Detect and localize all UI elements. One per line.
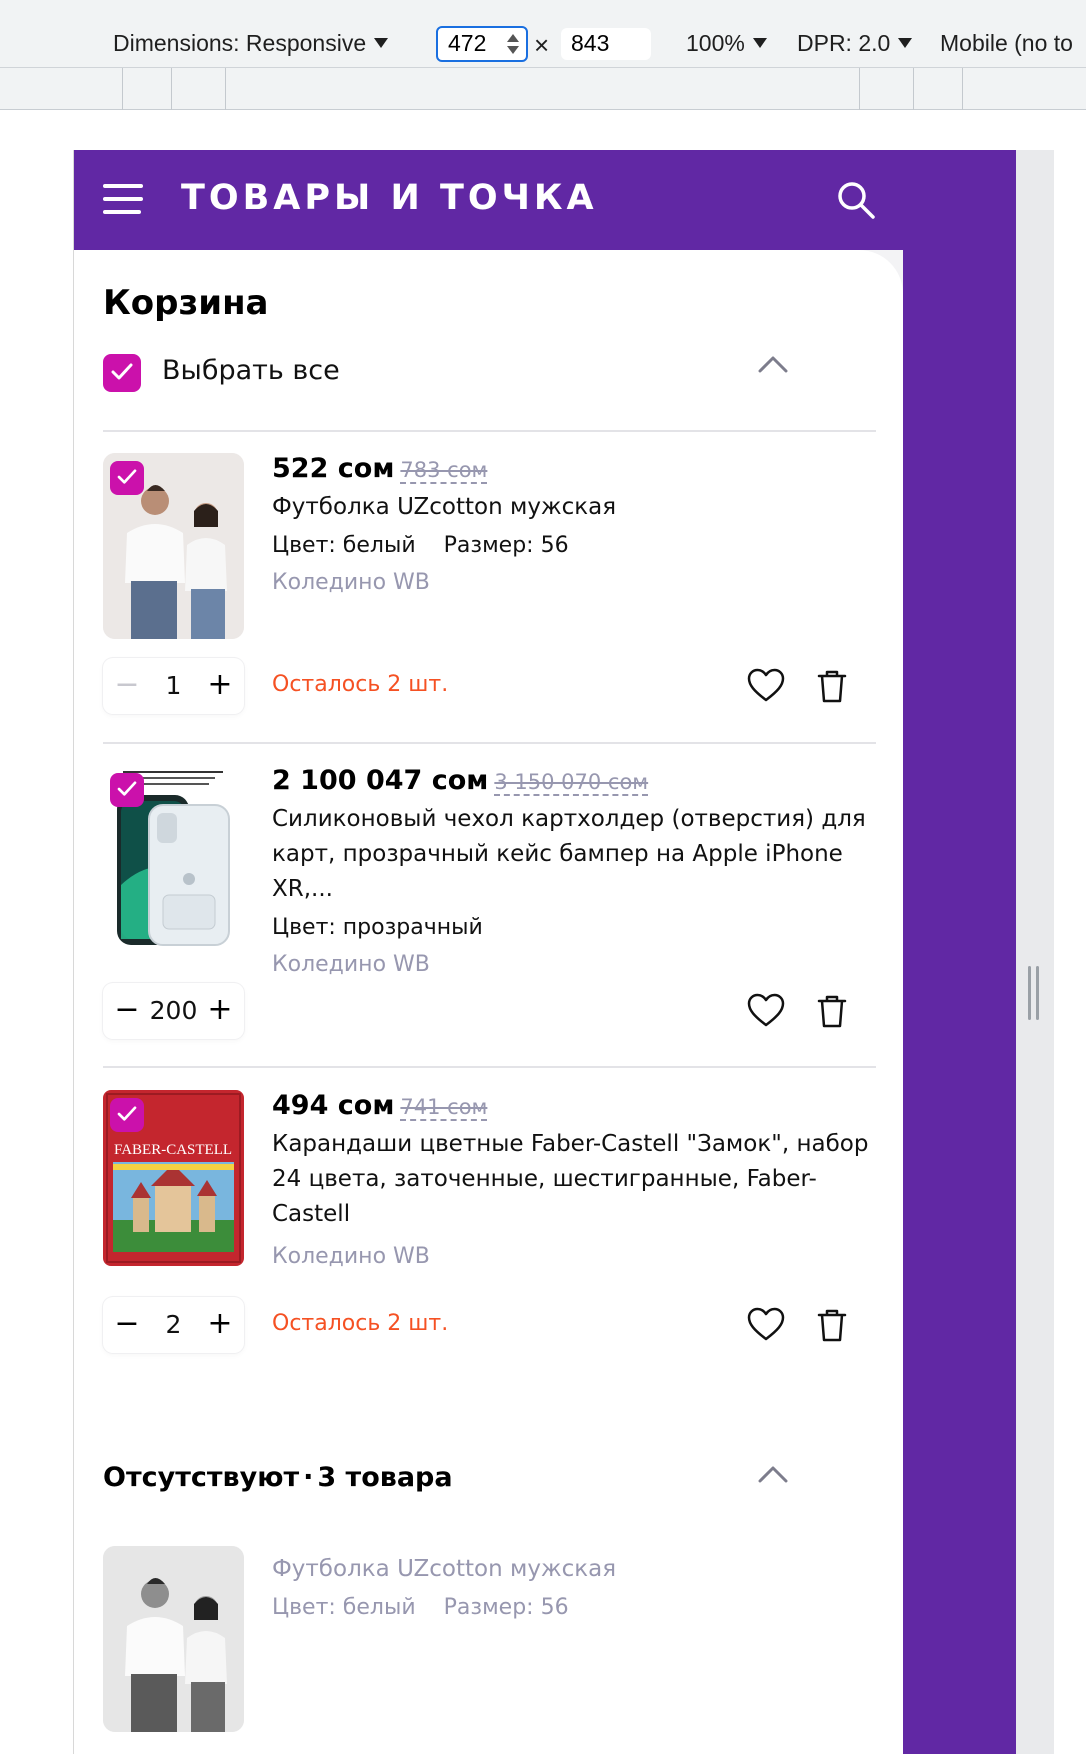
trash-icon[interactable] [812, 1305, 852, 1345]
heart-icon[interactable] [746, 1305, 786, 1345]
search-icon[interactable] [836, 180, 876, 220]
dimensions-dropdown[interactable]: Dimensions: Responsive [113, 30, 389, 57]
dpr-dropdown[interactable]: DPR: 2.0 [797, 30, 913, 57]
old-price: 783 сом [400, 458, 488, 484]
price: 2 100 047 сом 3 150 070 сом [272, 765, 649, 796]
product-name[interactable]: Карандаши цветные Faber-Castell "Замок",… [272, 1127, 882, 1232]
throttle-dropdown[interactable]: Mobile (no to [940, 30, 1073, 57]
media-query-ruler[interactable] [0, 68, 1086, 110]
checkbox-checked-icon[interactable] [110, 461, 144, 495]
cart-item: 2 100 047 сом 3 150 070 сом Силиконовый ч… [103, 765, 876, 1045]
price: 522 сом 783 сом [272, 453, 488, 484]
price: 494 сом 741 сом [272, 1090, 488, 1121]
product-name[interactable]: Футболка UZcotton мужская [272, 1552, 882, 1587]
product-props: Цвет: прозрачный [272, 915, 882, 940]
width-input[interactable]: 472 [436, 26, 528, 62]
product-color: Цвет: белый [272, 533, 416, 558]
old-price: 741 сом [400, 1095, 488, 1121]
divider [103, 742, 876, 744]
trash-icon[interactable] [812, 991, 852, 1031]
product-name[interactable]: Силиконовый чехол картхолдер (отверстия)… [272, 802, 882, 907]
decrement-button[interactable]: − [107, 983, 147, 1039]
product-size: Размер: 56 [443, 533, 569, 558]
devtools-toolbar: Dimensions: Responsive 472 × 843 100% DP… [0, 0, 1086, 68]
checkbox-checked-icon[interactable] [110, 1098, 144, 1132]
store-name: Коледино WB [272, 570, 430, 595]
decrement-button[interactable]: − [107, 658, 147, 714]
quantity-value[interactable]: 1 [143, 658, 204, 714]
caret-down-icon [752, 38, 767, 48]
product-color: Цвет: белый [272, 1595, 416, 1620]
page-title: Корзина [103, 283, 269, 323]
heart-icon[interactable] [746, 666, 786, 706]
stock-left-label: Осталось 2 шт. [272, 672, 449, 697]
zoom-label: 100% [686, 30, 745, 56]
height-input[interactable]: 843 [561, 28, 651, 60]
quantity-value[interactable]: 200 [143, 983, 204, 1039]
checkbox-checked-icon[interactable] [103, 354, 141, 392]
stock-left-label: Осталось 2 шт. [272, 1311, 449, 1336]
quantity-value[interactable]: 2 [143, 1297, 204, 1353]
product-image[interactable] [103, 1546, 244, 1732]
resize-handle[interactable] [1028, 966, 1042, 1020]
checkbox-checked-icon[interactable] [110, 773, 144, 807]
product-image[interactable] [103, 765, 244, 951]
store-name: Коледино WB [272, 1244, 430, 1269]
cart-panel: Корзина Выбрать все 522 сом 783 сом Футб… [74, 250, 903, 1754]
heart-icon[interactable] [746, 991, 786, 1031]
box-brand-text: FABER-CASTELL [114, 1142, 232, 1158]
hamburger-icon[interactable] [103, 184, 143, 216]
width-value: 472 [448, 30, 487, 56]
brand-logo[interactable]: ТОВАРЫ И ТОЧКА [181, 178, 598, 218]
product-image[interactable] [103, 453, 244, 639]
quantity-stepper[interactable]: − 200 + [103, 983, 244, 1039]
cart-item: 522 сом 783 сом Футболка UZcotton мужская… [103, 453, 876, 714]
increment-button[interactable]: + [200, 1297, 240, 1353]
product-props: Цвет: белый Размер: 56 [272, 1595, 882, 1620]
divider [103, 1066, 876, 1068]
viewport-side-strip [1016, 150, 1054, 1754]
missing-item: Футболка UZcotton мужская Цвет: белый Раз… [103, 1546, 876, 1754]
store-name: Коледино WB [272, 952, 430, 977]
product-props: Цвет: белый Размер: 56 [272, 533, 882, 558]
caret-down-icon [374, 38, 389, 48]
zoom-dropdown[interactable]: 100% [686, 30, 767, 57]
times-sign: × [534, 30, 550, 60]
chevron-up-icon[interactable] [757, 1464, 789, 1484]
missing-section-title: Отсутствуют · 3 товара [103, 1462, 453, 1493]
product-color: Цвет: прозрачный [272, 915, 483, 940]
increment-button[interactable]: + [200, 983, 240, 1039]
quantity-stepper[interactable]: − 1 + [103, 658, 244, 714]
old-price: 3 150 070 сом [494, 770, 649, 796]
dpr-label: DPR: 2.0 [797, 30, 891, 56]
select-all-checkbox[interactable]: Выбрать все [103, 354, 340, 394]
spinner-icon[interactable] [506, 32, 520, 56]
dimensions-label: Dimensions: Responsive [113, 30, 367, 56]
device-viewport: ТОВАРЫ И ТОЧКА Корзина Выбрать все 522 с… [73, 150, 1016, 1754]
product-name[interactable]: Футболка UZcotton мужская [272, 490, 882, 525]
product-image[interactable]: FABER-CASTELL [103, 1090, 244, 1266]
divider [103, 430, 876, 432]
purple-side-panel [903, 150, 1016, 1754]
quantity-stepper[interactable]: − 2 + [103, 1297, 244, 1353]
caret-down-icon [898, 38, 913, 48]
trash-icon[interactable] [812, 666, 852, 706]
increment-button[interactable]: + [200, 658, 240, 714]
cart-item: FABER-CASTELL 494 сом 741 сом Карандаши … [103, 1090, 876, 1360]
decrement-button[interactable]: − [107, 1297, 147, 1353]
select-all-label: Выбрать все [162, 355, 340, 386]
product-size: Размер: 56 [443, 1595, 569, 1620]
chevron-up-icon[interactable] [757, 354, 789, 374]
